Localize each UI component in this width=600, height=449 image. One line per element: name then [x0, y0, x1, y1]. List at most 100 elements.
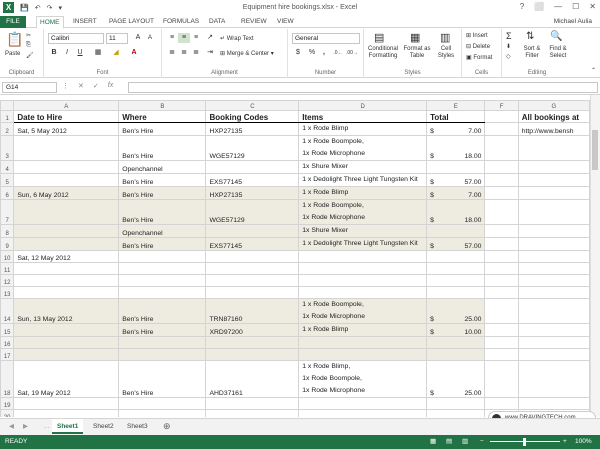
- sheet-tab-1[interactable]: Sheet1: [52, 419, 84, 434]
- date-cell[interactable]: [13, 173, 120, 187]
- formula-input[interactable]: [128, 82, 598, 93]
- empty-cell[interactable]: [484, 348, 519, 361]
- align-left-icon[interactable]: ≣: [166, 48, 178, 58]
- date-cell[interactable]: [13, 336, 120, 349]
- where-cell[interactable]: Ben's Hire: [118, 237, 207, 251]
- format-painter-icon[interactable]: 🖌: [26, 52, 34, 59]
- date-cell[interactable]: Sat, 12 May 2012: [13, 250, 120, 263]
- date-cell[interactable]: [13, 409, 120, 417]
- insert-function-icon[interactable]: fx: [108, 82, 113, 90]
- bookings-link-cell[interactable]: [517, 224, 590, 238]
- header-items-cell[interactable]: Items: [298, 110, 428, 123]
- merge-center-button[interactable]: ⊞ Merge & Center ▾: [220, 50, 274, 57]
- total-cell[interactable]: $18.00: [426, 135, 486, 161]
- booking-code-cell[interactable]: [205, 409, 300, 417]
- where-cell[interactable]: Ben's Hire: [118, 360, 207, 398]
- row-header[interactable]: 7: [0, 199, 15, 225]
- italic-button[interactable]: I: [61, 48, 73, 58]
- row-header[interactable]: 3: [0, 135, 15, 161]
- where-cell[interactable]: [118, 397, 207, 410]
- total-cell[interactable]: [426, 262, 486, 275]
- booking-code-cell[interactable]: [205, 274, 300, 287]
- bookings-link-cell[interactable]: [517, 397, 590, 410]
- empty-cell[interactable]: [484, 237, 519, 251]
- where-cell[interactable]: Ben's Hire: [118, 199, 207, 225]
- where-cell[interactable]: [118, 348, 207, 361]
- where-cell[interactable]: [118, 286, 207, 299]
- bookings-link-cell[interactable]: http://www.bensh: [517, 122, 590, 136]
- font-color-icon[interactable]: A: [128, 48, 140, 58]
- booking-code-cell[interactable]: [205, 160, 300, 174]
- booking-code-cell[interactable]: EXS77145: [205, 173, 300, 187]
- row-header[interactable]: 12: [0, 274, 15, 287]
- tab-review[interactable]: REVIEW: [238, 16, 270, 28]
- tab-view[interactable]: VIEW: [274, 16, 297, 28]
- name-box[interactable]: G14: [2, 82, 57, 93]
- items-cell[interactable]: [298, 336, 428, 349]
- bookings-link-cell[interactable]: [517, 160, 590, 174]
- empty-cell[interactable]: [484, 360, 519, 398]
- orientation-icon[interactable]: ↗: [204, 33, 216, 43]
- date-cell[interactable]: Sun, 6 May 2012: [13, 186, 120, 200]
- page-layout-view-icon[interactable]: ▤: [446, 435, 452, 449]
- items-cell[interactable]: 1x Shure Mixer: [298, 160, 428, 174]
- booking-code-cell[interactable]: WGE57129: [205, 199, 300, 225]
- shrink-font-button[interactable]: A: [144, 33, 156, 43]
- booking-code-cell[interactable]: EXS77145: [205, 237, 300, 251]
- empty-cell[interactable]: [484, 286, 519, 299]
- booking-code-cell[interactable]: TRN87160: [205, 298, 300, 324]
- cut-icon[interactable]: ✂: [26, 32, 31, 39]
- total-cell[interactable]: $7.00: [426, 122, 486, 136]
- font-size-box[interactable]: 11: [106, 33, 128, 44]
- number-format-box[interactable]: General: [292, 33, 360, 44]
- items-cell[interactable]: [298, 274, 428, 287]
- total-cell[interactable]: [426, 336, 486, 349]
- zoom-level[interactable]: 100%: [575, 435, 592, 449]
- increase-decimal-icon[interactable]: .0←: [332, 48, 344, 58]
- items-cell[interactable]: [298, 348, 428, 361]
- bookings-link-cell[interactable]: [517, 348, 590, 361]
- total-cell[interactable]: [426, 274, 486, 287]
- date-cell[interactable]: [13, 199, 120, 225]
- ribbon-display-icon[interactable]: ⬜: [534, 2, 544, 11]
- row-header[interactable]: 2: [0, 122, 15, 136]
- wrap-text-button[interactable]: ↵ Wrap Text: [220, 35, 254, 42]
- items-cell[interactable]: 1 x Dedolight Three Light Tungsten Kit: [298, 237, 428, 251]
- empty-cell[interactable]: [484, 262, 519, 275]
- total-cell[interactable]: [426, 224, 486, 238]
- items-cell[interactable]: [298, 397, 428, 410]
- zoom-out-button[interactable]: −: [480, 435, 484, 449]
- total-cell[interactable]: $25.00: [426, 298, 486, 324]
- currency-button[interactable]: $: [292, 48, 304, 58]
- row-header[interactable]: 11: [0, 262, 15, 275]
- format-cells-button[interactable]: ▣ Format: [466, 54, 492, 61]
- items-cell[interactable]: [298, 286, 428, 299]
- empty-cell[interactable]: [484, 224, 519, 238]
- items-cell[interactable]: 1 x Rode Boompole, 1x Rode Microphone: [298, 298, 428, 324]
- date-cell[interactable]: [13, 160, 120, 174]
- where-cell[interactable]: Ben's Hire: [118, 173, 207, 187]
- row-header[interactable]: 8: [0, 224, 15, 238]
- items-cell[interactable]: 1 x Rode Blimp: [298, 323, 428, 337]
- items-cell[interactable]: 1 x Rode Blimp, 1x Rode Boompole, 1x Rod…: [298, 360, 428, 398]
- where-cell[interactable]: Openchannel: [118, 224, 207, 238]
- align-bottom-icon[interactable]: ≡: [190, 33, 202, 43]
- row-header[interactable]: 1: [0, 110, 15, 123]
- align-right-icon[interactable]: ≣: [190, 48, 202, 58]
- bookings-link-cell[interactable]: [517, 286, 590, 299]
- page-break-view-icon[interactable]: ▥: [462, 435, 468, 449]
- minimize-icon[interactable]: —: [554, 2, 562, 11]
- empty-cell[interactable]: [484, 336, 519, 349]
- where-cell[interactable]: [118, 262, 207, 275]
- empty-cell[interactable]: [484, 298, 519, 324]
- where-cell[interactable]: Ben's Hire: [118, 135, 207, 161]
- select-all-corner[interactable]: [0, 100, 15, 111]
- empty-cell[interactable]: [484, 274, 519, 287]
- bookings-link-cell[interactable]: [517, 237, 590, 251]
- where-cell[interactable]: Ben's Hire: [118, 298, 207, 324]
- bold-button[interactable]: B: [48, 48, 60, 58]
- date-cell[interactable]: [13, 224, 120, 238]
- column-header-g[interactable]: G: [517, 100, 590, 111]
- booking-code-cell[interactable]: HXP27135: [205, 122, 300, 136]
- tab-home[interactable]: HOME: [36, 16, 64, 29]
